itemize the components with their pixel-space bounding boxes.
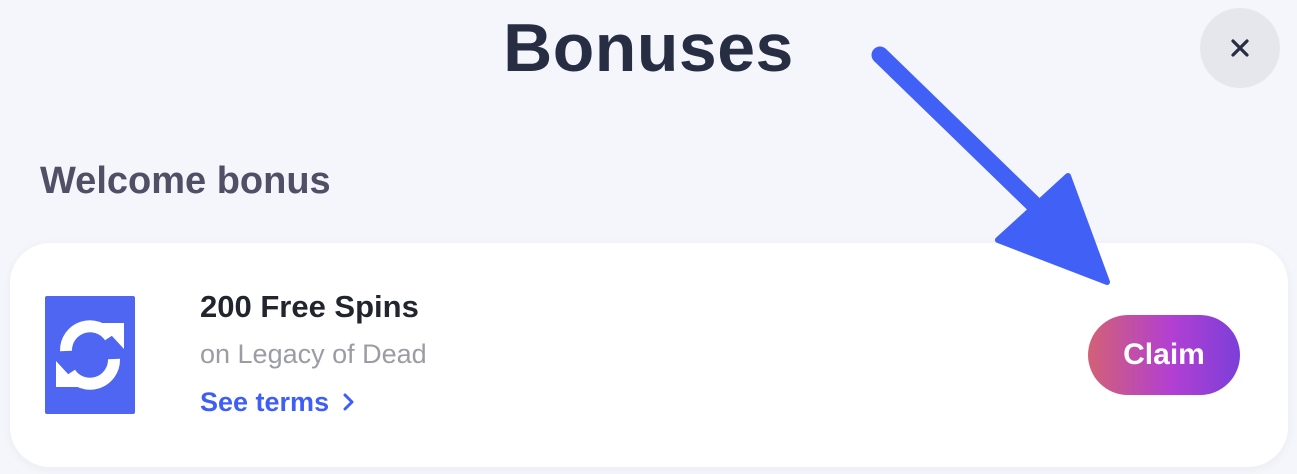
see-terms-label: See terms [200,387,330,417]
see-terms-link[interactable]: See terms [200,384,355,420]
bonus-subtitle: on Legacy of Dead [200,339,427,369]
bonus-card: 200 Free Spins on Legacy of Dead See ter… [10,243,1288,467]
refresh-arrows-icon [56,320,124,390]
close-button[interactable] [1200,8,1280,88]
bonus-logo [45,296,135,414]
close-icon [1231,39,1249,57]
chevron-right-icon [343,392,355,412]
claim-button[interactable]: Claim [1088,315,1240,395]
bonus-title: 200 Free Spins [200,289,419,324]
section-title: Welcome bonus [40,160,331,202]
page-title: Bonuses [503,10,794,86]
